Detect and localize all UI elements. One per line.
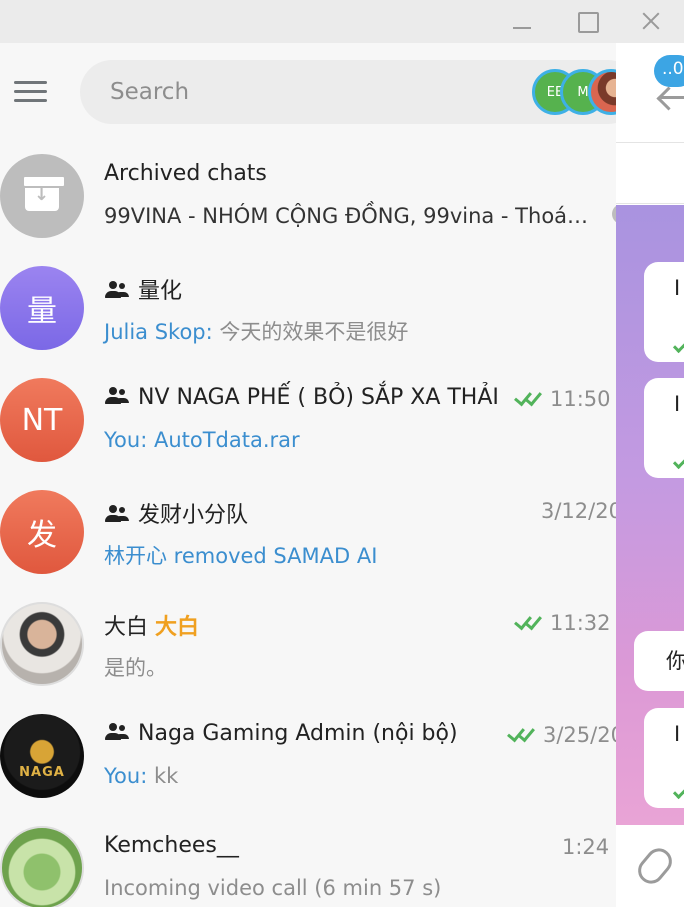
title-emoji: 大白: [155, 615, 200, 640]
message-bubble[interactable]: I: [644, 262, 684, 362]
avatar-initials: NT: [21, 402, 63, 438]
chat-row[interactable]: Kemchees__ 1:24 P Incoming video call (6…: [0, 815, 616, 907]
chat-title: Naga Gaming Admin (nội bộ): [138, 721, 458, 746]
chat-list-panel: EE M Archived chats 99VINA - NHÓM CỘNG Đ…: [0, 43, 616, 907]
avatar: [0, 826, 84, 907]
message-text: 你: [666, 649, 684, 673]
avatar-initials: 量: [27, 294, 57, 329]
chat-preview: AutoTdata.rar: [147, 428, 300, 452]
conversation-panel: ..0 I I 你 I: [616, 43, 684, 907]
chat-title: Archived chats: [104, 161, 267, 186]
archive-icon: [22, 175, 66, 211]
search-input[interactable]: [110, 76, 510, 108]
chat-title: NV NAGA PHẾ ( BỎ) SẮP XA THẢI: [138, 385, 499, 410]
chat-preview-wrapper: Julia Skop: 今天的效果不是很好: [104, 316, 408, 346]
message-text: I: [674, 276, 681, 300]
message-bubble[interactable]: 你: [634, 631, 684, 691]
unread-badge: ..0: [654, 55, 684, 87]
chat-time: 11:50 A: [550, 387, 616, 411]
chat-title: 量化: [138, 279, 183, 304]
chat-sender: 林开心 removed SAMAD AI: [104, 544, 378, 568]
check-icon: [672, 454, 684, 470]
avatar: NT: [0, 378, 84, 462]
message-area: I I 你 I: [616, 205, 684, 825]
avatar: [0, 602, 84, 686]
chat-preview: kk: [147, 764, 179, 788]
check-icon: [672, 784, 684, 800]
message-composer: [616, 825, 684, 907]
chat-row[interactable]: NAGA Naga Gaming Admin (nội bộ) 3/25/20 …: [0, 703, 616, 815]
paperclip-icon[interactable]: [632, 843, 678, 889]
chat-row[interactable]: 量 量化 Julia Skop: 今天的效果不是很好: [0, 255, 616, 367]
chat-preview-wrapper: You: kk: [104, 764, 178, 788]
chat-time: 3/25/20: [543, 723, 616, 747]
double-check-icon: [512, 613, 544, 629]
message-text: I: [674, 722, 681, 746]
group-icon: [104, 386, 130, 406]
chat-sender: Julia Skop:: [104, 320, 213, 344]
maximize-icon[interactable]: [568, 4, 608, 40]
chat-title-wrapper: Naga Gaming Admin (nội bộ): [104, 721, 458, 746]
message-bubble[interactable]: I: [644, 708, 684, 808]
message-text: I: [674, 392, 681, 416]
chat-preview-wrapper: 林开心 removed SAMAD AI: [104, 540, 377, 570]
minimize-icon[interactable]: [502, 4, 542, 40]
chat-time: 1:24 P: [562, 835, 616, 859]
search-bar[interactable]: EE M: [80, 60, 616, 124]
avatar-initials: 发: [27, 518, 57, 553]
conversation-header: ..0: [616, 43, 684, 143]
group-icon: [104, 280, 130, 300]
chat-preview: 是的。: [104, 656, 167, 680]
chat-preview: 99VINA - NHÓM CỘNG ĐỒNG, 99vina - Thoá…: [104, 204, 589, 228]
title-bar: [0, 0, 684, 43]
chat-row[interactable]: 发 发财小分队 3/12/20 林开心 removed SAMAD AI: [0, 479, 616, 591]
chat-title-wrapper: 量化: [104, 273, 182, 305]
group-icon: [104, 504, 130, 524]
group-icon: [104, 722, 130, 742]
chat-title: 大白: [104, 615, 149, 640]
avatar-logo-text: NAGA: [19, 765, 65, 780]
chat-title: Kemchees__: [104, 833, 239, 858]
chat-sender: You:: [104, 428, 148, 452]
chat-sender: You:: [104, 764, 148, 788]
chat-time: 3/12/20: [541, 499, 616, 523]
hamburger-menu-icon[interactable]: [14, 81, 48, 105]
chat-time-wrapper: 11:32 A: [512, 611, 616, 635]
message-bubble[interactable]: I: [644, 378, 684, 478]
chat-preview: Incoming video call (6 min 57 s): [104, 876, 442, 900]
double-check-icon: [505, 725, 537, 741]
chat-title-wrapper: 发财小分队: [104, 497, 248, 529]
chat-time: 11:32 A: [550, 611, 616, 635]
chat-row[interactable]: 大白 大白 11:32 A 是的。: [0, 591, 616, 703]
close-icon[interactable]: [632, 4, 672, 40]
avatar: NAGA: [0, 714, 84, 798]
archive-avatar: [0, 154, 84, 238]
chat-time-wrapper: 3/25/20: [505, 723, 616, 747]
avatar: 量: [0, 266, 84, 350]
pinned-bar[interactable]: [616, 144, 684, 204]
chat-title-wrapper: NV NAGA PHẾ ( BỎ) SẮP XA THẢI: [104, 385, 499, 410]
chat-title-wrapper: 大白 大白: [104, 609, 199, 641]
chat-preview: 今天的效果不是很好: [212, 320, 409, 344]
chat-list: Archived chats 99VINA - NHÓM CỘNG ĐỒNG, …: [0, 143, 616, 907]
chat-preview-wrapper: You: AutoTdata.rar: [104, 428, 300, 452]
double-check-icon: [512, 389, 544, 405]
chat-time-wrapper: 11:50 A: [512, 387, 616, 411]
check-icon: [672, 338, 684, 354]
avatar: 发: [0, 490, 84, 574]
chat-title: 发财小分队: [138, 503, 249, 528]
chat-row[interactable]: NT NV NAGA PHẾ ( BỎ) SẮP XA THẢI 11:50 A…: [0, 367, 616, 479]
chat-row-archived[interactable]: Archived chats 99VINA - NHÓM CỘNG ĐỒNG, …: [0, 143, 616, 255]
